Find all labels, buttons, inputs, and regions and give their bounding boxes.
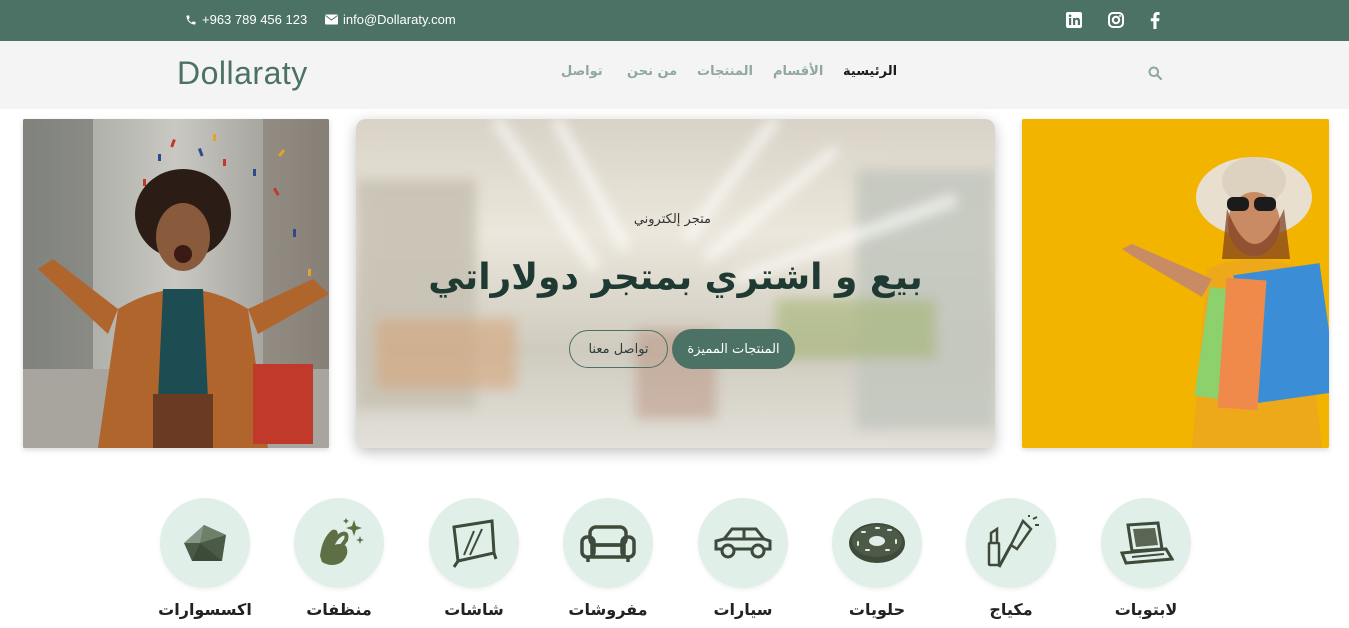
hero-subtitle: متجر إلكتروني	[633, 212, 711, 227]
hero-right-image	[1022, 119, 1329, 448]
email-contact[interactable]: info@Dollaraty.com	[325, 12, 456, 27]
instagram-icon[interactable]	[1106, 10, 1126, 30]
nav-item-categories[interactable]: الأقسام	[773, 64, 823, 79]
category-makeup[interactable]: مكياج	[966, 498, 1056, 619]
category-label: اكسسوارات	[158, 600, 252, 619]
facebook-icon[interactable]	[1145, 10, 1165, 30]
sofa-icon	[580, 525, 636, 562]
nav-item-products[interactable]: المنتجات	[697, 64, 753, 79]
phone-contact[interactable]: +963 789 456 123	[185, 12, 307, 27]
category-cleaning[interactable]: منظفات	[294, 498, 384, 619]
car-icon	[714, 527, 772, 559]
linkedin-icon[interactable]	[1064, 10, 1084, 30]
category-label: شاشات	[444, 600, 504, 619]
makeup-icon	[987, 515, 1039, 568]
category-label: سيارات	[713, 600, 773, 619]
accessories-icon	[184, 525, 226, 561]
category-laptops[interactable]: لابتوبات	[1101, 498, 1191, 619]
navbar: Dollaraty تواصل من نحن المنتجات الأقسام …	[0, 41, 1349, 109]
hero-banner: متجر إلكتروني بيع و اشتري بمتجر دولاراتي…	[356, 119, 995, 448]
nav-item-about[interactable]: من نحن	[627, 64, 677, 79]
category-label: مكياج	[989, 600, 1033, 619]
email-address: info@Dollaraty.com	[343, 12, 456, 27]
phone-number: +963 789 456 123	[202, 12, 308, 27]
featured-products-button[interactable]: المنتجات المميزة	[672, 329, 795, 369]
cleaning-icon	[320, 518, 364, 565]
screen-icon	[452, 519, 498, 568]
category-label: مفروشات	[568, 600, 648, 619]
search-icon[interactable]	[1148, 65, 1163, 84]
hero-title: بيع و اشتري بمتجر دولاراتي	[428, 257, 923, 298]
site-logo[interactable]: Dollaraty	[177, 55, 308, 92]
category-accessories[interactable]: اكسسوارات	[158, 498, 252, 619]
category-label: منظفات	[306, 600, 372, 619]
category-label: حلويات	[848, 600, 906, 619]
category-cars[interactable]: سيارات	[698, 498, 788, 619]
envelope-icon	[325, 14, 338, 25]
donut-icon	[849, 523, 905, 563]
category-screens[interactable]: شاشات	[429, 498, 519, 619]
hero-left-image	[23, 119, 329, 448]
phone-icon	[186, 15, 196, 24]
contact-us-button[interactable]: تواصل معنا	[569, 330, 668, 368]
laptop-icon	[1119, 521, 1174, 565]
category-label: لابتوبات	[1114, 600, 1178, 619]
nav-item-home[interactable]: الرئيسية	[843, 64, 897, 79]
category-sweets[interactable]: حلويات	[832, 498, 922, 619]
top-bar: +963 789 456 123 info@Dollaraty.com	[0, 0, 1349, 41]
nav-item-contact[interactable]: تواصل	[561, 64, 603, 79]
category-furniture[interactable]: مفروشات	[563, 498, 653, 619]
